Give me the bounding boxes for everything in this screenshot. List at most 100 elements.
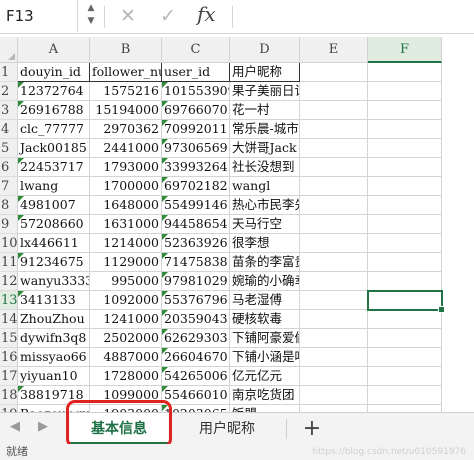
table-cell[interactable]: ZhouZhou xyxy=(18,310,90,329)
table-cell[interactable]: 15194000 xyxy=(90,101,162,120)
row-header[interactable]: 13 xyxy=(0,291,18,310)
column-header-a[interactable]: A xyxy=(18,37,90,63)
table-cell[interactable] xyxy=(300,310,368,329)
table-cell[interactable]: 995000 xyxy=(90,272,162,291)
table-cell[interactable]: 4981007 xyxy=(18,196,90,215)
table-cell[interactable]: 婉瑜的小确幸 xyxy=(230,272,300,291)
cancel-icon[interactable]: ✕ xyxy=(120,4,136,28)
table-cell[interactable]: dywifn3q8 xyxy=(18,329,90,348)
table-cell[interactable] xyxy=(368,272,442,291)
add-sheet-button[interactable]: + xyxy=(296,413,328,445)
table-cell[interactable]: 4887000 xyxy=(90,348,162,367)
row-header[interactable]: 5 xyxy=(0,139,18,158)
name-box[interactable]: F13 xyxy=(0,0,78,32)
table-cell[interactable]: 101553909 xyxy=(162,82,230,101)
header-cell[interactable]: 用户昵称 xyxy=(230,63,300,82)
table-cell[interactable] xyxy=(368,348,442,367)
row-header[interactable]: 10 xyxy=(0,234,18,253)
table-cell[interactable] xyxy=(300,253,368,272)
row-header[interactable]: 15 xyxy=(0,329,18,348)
row-header[interactable]: 4 xyxy=(0,120,18,139)
table-cell[interactable]: 果子美丽日记 xyxy=(230,82,300,101)
table-cell[interactable]: 常乐晨-城市传奇 xyxy=(230,120,300,139)
table-cell[interactable] xyxy=(300,348,368,367)
table-cell[interactable]: 很李想 xyxy=(230,234,300,253)
table-cell[interactable]: 97981029 xyxy=(162,272,230,291)
table-cell[interactable] xyxy=(300,291,368,310)
row-header[interactable]: 17 xyxy=(0,367,18,386)
table-cell[interactable]: 69766070 xyxy=(162,101,230,120)
table-cell[interactable] xyxy=(368,310,442,329)
table-cell[interactable] xyxy=(368,329,442,348)
table-cell[interactable] xyxy=(368,120,442,139)
row-header[interactable]: 6 xyxy=(0,158,18,177)
table-cell[interactable] xyxy=(300,120,368,139)
table-cell[interactable] xyxy=(368,215,442,234)
table-cell[interactable]: 22453717 xyxy=(18,158,90,177)
column-header-b[interactable]: B xyxy=(90,37,162,63)
formula-input[interactable] xyxy=(240,4,470,28)
table-cell[interactable]: 71475838 xyxy=(162,253,230,272)
column-header-f[interactable]: F xyxy=(368,37,442,63)
table-cell[interactable] xyxy=(368,177,442,196)
table-cell[interactable]: 69702182 xyxy=(162,177,230,196)
table-cell[interactable]: clc_77777 xyxy=(18,120,90,139)
table-cell[interactable]: 3413133 xyxy=(18,291,90,310)
table-cell[interactable]: 55499146 xyxy=(162,196,230,215)
table-cell[interactable] xyxy=(368,196,442,215)
table-cell[interactable]: 12372764 xyxy=(18,82,90,101)
header-cell[interactable]: douyin_id xyxy=(18,63,90,82)
prev-sheet-icon[interactable]: ◀ xyxy=(10,419,20,434)
row-header[interactable]: 8 xyxy=(0,196,18,215)
row-header[interactable]: 3 xyxy=(0,101,18,120)
table-cell[interactable]: 1728000 xyxy=(90,367,162,386)
table-cell[interactable] xyxy=(368,139,442,158)
table-cell[interactable]: 55466010 xyxy=(162,386,230,405)
table-cell[interactable]: 57208660 xyxy=(18,215,90,234)
row-header[interactable]: 9 xyxy=(0,215,18,234)
name-box-dropdown[interactable]: ▲ ▼ xyxy=(84,2,98,30)
table-cell[interactable]: 社长没想到 xyxy=(230,158,300,177)
table-cell[interactable]: 下铺小涵是吃货 xyxy=(230,348,300,367)
table-cell[interactable]: 33993264 xyxy=(162,158,230,177)
table-cell[interactable] xyxy=(368,158,442,177)
table-cell[interactable] xyxy=(300,101,368,120)
table-cell[interactable]: Jack00185 xyxy=(18,139,90,158)
select-all-button[interactable] xyxy=(0,37,18,63)
column-header-d[interactable]: D xyxy=(230,37,300,63)
table-cell[interactable]: 52363926 xyxy=(162,234,230,253)
table-cell[interactable] xyxy=(300,234,368,253)
table-cell[interactable]: 苗条的李富贵 xyxy=(230,253,300,272)
table-cell[interactable] xyxy=(300,82,368,101)
table-cell[interactable]: 91234675 xyxy=(18,253,90,272)
row-header[interactable]: 1 xyxy=(0,63,18,82)
row-header[interactable]: 18 xyxy=(0,386,18,405)
table-cell[interactable] xyxy=(368,253,442,272)
table-cell[interactable]: yiyuan10 xyxy=(18,367,90,386)
next-sheet-icon[interactable]: ▶ xyxy=(38,419,48,434)
table-cell[interactable] xyxy=(300,386,368,405)
header-cell[interactable]: user_id xyxy=(162,63,230,82)
table-cell[interactable]: wangl xyxy=(230,177,300,196)
table-cell[interactable]: 1241000 xyxy=(90,310,162,329)
column-header-c[interactable]: C xyxy=(162,37,230,63)
table-cell[interactable] xyxy=(300,63,368,82)
row-header[interactable]: 11 xyxy=(0,253,18,272)
table-cell[interactable] xyxy=(300,177,368,196)
table-cell[interactable]: 2441000 xyxy=(90,139,162,158)
table-cell[interactable] xyxy=(300,215,368,234)
table-cell[interactable]: 1648000 xyxy=(90,196,162,215)
table-cell[interactable]: wanyu3333 xyxy=(18,272,90,291)
table-cell[interactable]: 1092000 xyxy=(90,291,162,310)
table-cell[interactable]: 20359043 xyxy=(162,310,230,329)
table-cell[interactable] xyxy=(368,101,442,120)
tab-user-nickname[interactable]: 用户昵称 xyxy=(172,413,282,445)
table-cell[interactable]: 下铺阿豪爱偷吃 xyxy=(230,329,300,348)
row-header[interactable]: 2 xyxy=(0,82,18,101)
table-cell[interactable] xyxy=(368,82,442,101)
insert-function-icon[interactable]: fx xyxy=(197,2,216,26)
table-cell[interactable]: missyao66 xyxy=(18,348,90,367)
table-cell[interactable]: lwang xyxy=(18,177,90,196)
table-cell[interactable]: 70992011 xyxy=(162,120,230,139)
table-cell[interactable]: 62629303 xyxy=(162,329,230,348)
